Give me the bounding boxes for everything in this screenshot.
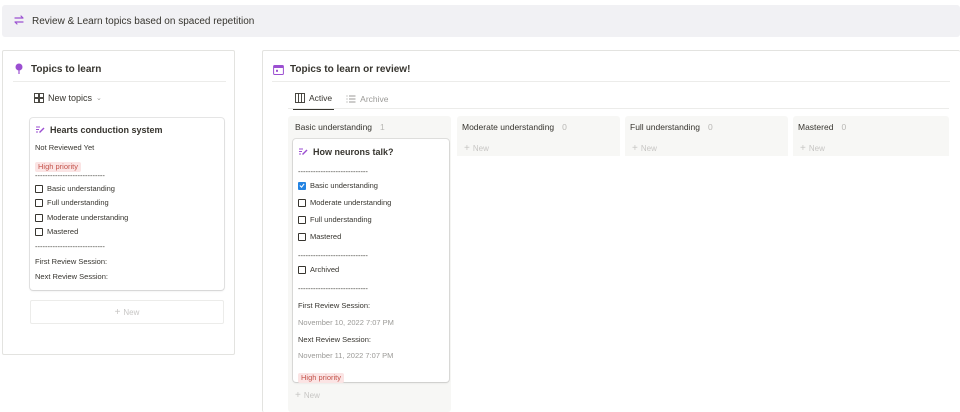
- checkmark-icon: [298, 181, 306, 190]
- add-new-card-button[interactable]: + New: [632, 143, 657, 154]
- column-header: Basic understanding 1: [295, 122, 385, 132]
- divider: [288, 108, 949, 109]
- priority-tag: High priority: [298, 367, 345, 385]
- first-review-label: First Review Session:: [298, 301, 371, 310]
- plus-icon: +: [632, 143, 638, 154]
- divider-text: ----------------------------: [298, 167, 368, 176]
- divider: [13, 81, 226, 82]
- first-review-date: November 10, 2022 7:07 PM: [298, 318, 394, 327]
- divider-text: ----------------------------: [298, 284, 368, 293]
- chevron-down-icon: ⌄: [96, 95, 102, 102]
- add-new-card-button[interactable]: + New: [295, 390, 320, 401]
- column-header: Moderate understanding 0: [462, 122, 567, 132]
- repeat-icon: [12, 14, 26, 28]
- card-title: How neurons talk?: [298, 146, 394, 157]
- divider: [272, 81, 950, 82]
- column-header: Full understanding 0: [630, 122, 713, 132]
- board-icon: [295, 93, 305, 103]
- divider-text: ----------------------------: [35, 171, 105, 180]
- gallery-icon: [34, 93, 44, 103]
- checkbox-full-understanding[interactable]: Full understanding: [35, 198, 109, 207]
- divider-text: ----------------------------: [35, 242, 105, 251]
- next-review-label: Next Review Session:: [35, 272, 108, 281]
- plus-icon: +: [464, 143, 470, 154]
- divider-text: ----------------------------: [298, 251, 368, 260]
- checkbox-archived[interactable]: Archived: [298, 265, 339, 274]
- next-review-date: November 11, 2022 7:07 PM: [298, 351, 394, 360]
- plus-icon: +: [800, 143, 806, 154]
- checkbox-mastered[interactable]: Mastered: [298, 232, 341, 241]
- banner-title: Review & Learn topics based on spaced re…: [32, 15, 255, 27]
- tab-archive[interactable]: Archive: [344, 94, 390, 109]
- pencil-lines-icon: [35, 124, 46, 135]
- add-new-topic-button[interactable]: + New: [30, 300, 224, 324]
- first-review-label: First Review Session:: [35, 257, 108, 266]
- checkbox-basic-understanding[interactable]: Basic understanding: [298, 181, 378, 190]
- plus-icon: +: [295, 390, 301, 401]
- review-status: Not Reviewed Yet: [35, 143, 95, 152]
- page-banner: Review & Learn topics based on spaced re…: [2, 5, 960, 37]
- pencil-lines-icon: [298, 146, 309, 157]
- pin-icon: [13, 63, 25, 75]
- calendar-icon: [272, 63, 284, 75]
- panel-title: Topics to learn: [13, 63, 101, 75]
- column-header: Mastered 0: [798, 122, 847, 132]
- plus-icon: +: [114, 306, 121, 318]
- checkbox-moderate-understanding[interactable]: Moderate understanding: [298, 198, 391, 207]
- checkbox-mastered[interactable]: Mastered: [35, 227, 78, 236]
- checkbox-full-understanding[interactable]: Full understanding: [298, 215, 372, 224]
- view-selector-new-topics[interactable]: New topics ⌄: [34, 93, 102, 103]
- topic-card-hearts[interactable]: Hearts conduction system Not Reviewed Ye…: [30, 118, 224, 290]
- add-new-card-button[interactable]: + New: [464, 143, 489, 154]
- card-title: Hearts conduction system: [35, 124, 163, 135]
- checkbox-moderate-understanding[interactable]: Moderate understanding: [35, 213, 128, 222]
- add-new-card-button[interactable]: + New: [800, 143, 825, 154]
- list-icon: [346, 94, 356, 104]
- topics-to-learn-panel: Topics to learn New topics ⌄ Hearts cond…: [2, 50, 235, 355]
- checkbox-basic-understanding[interactable]: Basic understanding: [35, 184, 115, 193]
- panel-title: Topics to learn or review!: [272, 63, 410, 75]
- next-review-label: Next Review Session:: [298, 335, 371, 344]
- topic-card-neurons[interactable]: How neurons talk? ----------------------…: [293, 139, 449, 385]
